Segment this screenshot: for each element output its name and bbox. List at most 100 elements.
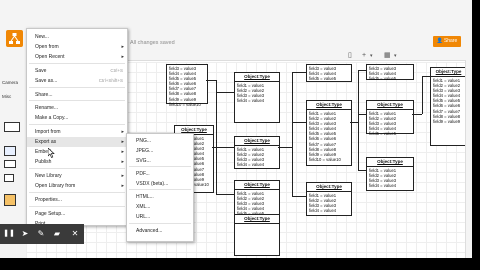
object-fields: field1 = value1field2 = value2field3 = v… <box>367 110 413 136</box>
object-box[interactable]: Object:Typefield1 = value1field2 = value… <box>234 72 280 123</box>
menu-item-open-recent[interactable]: Open Recent ▸ <box>27 52 127 62</box>
export-item-html[interactable]: HTML... <box>127 192 193 202</box>
connector-line[interactable] <box>278 147 292 148</box>
menu-item-open-library-from[interactable]: Open Library from ▸ <box>27 181 127 191</box>
menu-item-rename[interactable]: Rename... <box>27 103 127 113</box>
connector-line[interactable] <box>358 70 359 170</box>
menu-item-make-a-copy[interactable]: Make a Copy... <box>27 113 127 123</box>
object-box[interactable]: Object:Typefield1 = value1field2 = value… <box>430 67 465 146</box>
object-fields: field1 = value1field2 = value2field3 = v… <box>307 192 351 213</box>
export-item-label: URL... <box>136 214 151 220</box>
menu-item-properties[interactable]: Properties... <box>27 195 127 205</box>
menu-separator <box>29 124 125 125</box>
menu-separator <box>29 100 125 101</box>
connector-line[interactable] <box>412 114 422 115</box>
eraser-icon[interactable]: ▰ <box>50 227 64 241</box>
sidebar-item-camera[interactable]: Camera <box>2 80 18 85</box>
connector-line[interactable] <box>358 114 366 115</box>
share-button[interactable]: 👤Share <box>433 36 461 47</box>
export-item-label: Advanced... <box>136 228 163 234</box>
object-box[interactable]: Object:Typefield1 = value1field2 = value… <box>234 136 280 169</box>
menu-item-share[interactable]: Share... <box>27 90 127 100</box>
insert-icon[interactable]: + <box>362 50 366 62</box>
menu-item-label: Publish <box>35 159 52 165</box>
object-box[interactable]: field3 = value3 field4 = value4 field5 = v… <box>366 64 414 81</box>
chevron-right-icon: ▸ <box>121 149 124 155</box>
menu-item-new-library[interactable]: New Library ▸ <box>27 171 127 181</box>
connector-line[interactable] <box>206 80 216 81</box>
pointer-icon[interactable]: ➤ <box>18 227 32 241</box>
object-field: field8 = value8 <box>433 113 461 119</box>
export-item-url[interactable]: URL... <box>127 212 193 222</box>
object-box[interactable]: Object:Typefield1 = value1field2 = value… <box>306 100 352 166</box>
rect-shape[interactable] <box>4 146 16 156</box>
connector-line[interactable] <box>212 147 234 148</box>
object-field: field7 = value7 <box>433 108 461 114</box>
chevron-down-icon[interactable]: ▾ <box>394 50 397 62</box>
export-item-jpeg[interactable]: JPEG... <box>127 146 193 156</box>
rect-shape[interactable] <box>4 160 16 168</box>
object-box[interactable]: Object:Type <box>234 214 280 256</box>
chevron-right-icon: ▸ <box>121 159 124 165</box>
object-field: field10 = value10 <box>309 156 341 162</box>
sidebar-item-misc[interactable]: Misc <box>2 94 11 99</box>
pencil-icon[interactable]: ✎ <box>34 227 48 241</box>
menu-item-page-setup[interactable]: Page Setup... <box>27 209 127 219</box>
connector-line[interactable] <box>292 196 306 197</box>
chevron-right-icon: ▸ <box>121 139 124 145</box>
export-item-label: HTML... <box>136 194 154 200</box>
connector-line[interactable] <box>216 194 234 195</box>
table-shape[interactable] <box>4 122 20 132</box>
menu-separator <box>129 223 191 224</box>
connector-line[interactable] <box>422 76 430 77</box>
table-icon[interactable]: ▦ <box>384 50 391 62</box>
object-box[interactable]: Object:Typefield1 = value1field2 = value… <box>366 157 414 191</box>
object-title: Object:Type <box>307 183 351 192</box>
close-icon[interactable]: ✕ <box>68 227 82 241</box>
menu-item-save-as[interactable]: Save as... Ctrl+Shift+S <box>27 76 127 86</box>
menu-item-import-from[interactable]: Import from ▸ <box>27 127 127 137</box>
connector-line[interactable] <box>216 80 217 194</box>
logo-icon <box>9 33 20 44</box>
delete-icon[interactable]: ▯ <box>348 50 352 62</box>
object-field: field10 = value10 <box>169 101 201 107</box>
object-field: field6 = value6 <box>433 103 461 109</box>
export-item-xml[interactable]: XML... <box>127 202 193 212</box>
menu-item-label: Open Recent <box>35 54 65 60</box>
connector-line[interactable] <box>358 170 366 171</box>
connector-line[interactable] <box>292 72 306 73</box>
export-item-svg[interactable]: SVG... <box>127 156 193 166</box>
object-box[interactable]: Object:Typefield1 = value1field2 = value… <box>306 182 352 216</box>
export-item-png[interactable]: PNG... <box>127 136 193 146</box>
connector-line[interactable] <box>422 76 423 114</box>
menu-item-publish[interactable]: Publish ▸ <box>27 157 127 167</box>
menu-separator <box>129 189 191 190</box>
object-box[interactable]: field3 = value3 field4 = value4 field5 = v… <box>306 64 352 82</box>
object-box[interactable]: Object:Typefield1 = value1field2 = value… <box>366 100 414 136</box>
menu-item-export-as[interactable]: Export as ▸ <box>27 137 127 147</box>
rect-shape[interactable] <box>4 174 14 182</box>
object-fields: field1 = value1field2 = value2field3 = v… <box>367 167 413 188</box>
export-item-vsdx-beta[interactable]: VSDX (beta)... <box>127 179 193 189</box>
saved-status[interactable]: All changes saved <box>130 40 175 46</box>
menu-item-open-from[interactable]: Open from ▸ <box>27 42 127 52</box>
note-shape[interactable] <box>4 194 16 206</box>
export-item-advanced[interactable]: Advanced... <box>127 226 193 236</box>
connector-line[interactable] <box>350 122 358 123</box>
pause-icon[interactable]: ❚❚ <box>2 227 16 241</box>
object-box[interactable]: field3 = value3 field4 = value4 field5 = v… <box>166 64 208 107</box>
menu-item-embed[interactable]: Embed ▸ <box>27 147 127 157</box>
menu-item-save[interactable]: Save Ctrl+S <box>27 66 127 76</box>
connector-line[interactable] <box>292 72 293 196</box>
menu-item-new[interactable]: New... <box>27 32 127 42</box>
connector-line[interactable] <box>358 70 366 71</box>
menu-item-label: Save <box>35 68 47 74</box>
export-item-pdf[interactable]: PDF... <box>127 169 193 179</box>
object-title: Object:Type <box>235 73 279 82</box>
connector-line[interactable] <box>292 122 306 123</box>
connector-line[interactable] <box>216 92 234 93</box>
chevron-down-icon[interactable]: ▾ <box>370 50 373 62</box>
drawio-logo[interactable] <box>6 30 23 47</box>
object-field: field5 = value5 <box>309 76 337 82</box>
menu-item-label: Properties... <box>35 197 62 203</box>
